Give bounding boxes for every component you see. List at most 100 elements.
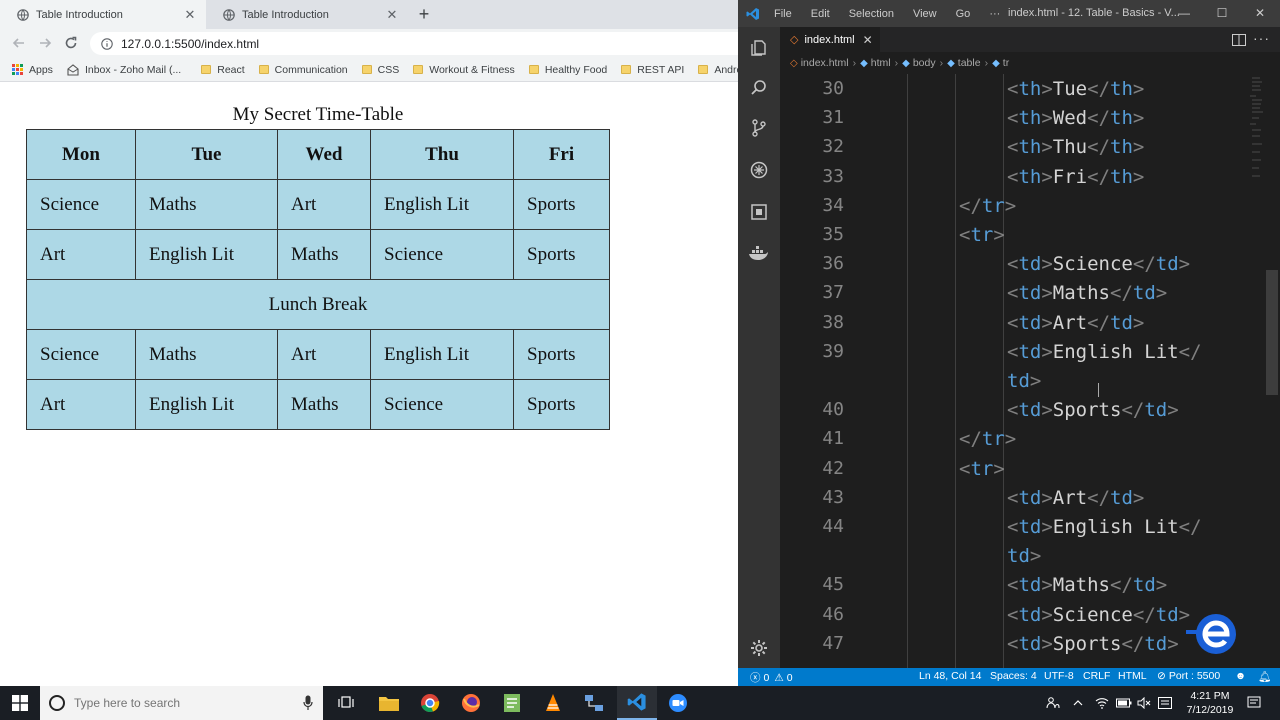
bookmark-react[interactable]: React bbox=[201, 63, 245, 76]
breadcrumb-item[interactable]: ◇ index.html bbox=[790, 57, 849, 69]
minimize-icon[interactable]: — bbox=[1174, 4, 1194, 22]
battery-icon[interactable] bbox=[1114, 686, 1134, 720]
chevron-up-icon[interactable] bbox=[1068, 686, 1088, 720]
address-bar[interactable] bbox=[90, 32, 738, 55]
apps-grid-icon bbox=[12, 64, 23, 75]
notifications-icon[interactable] bbox=[1244, 686, 1264, 720]
docker-icon[interactable] bbox=[746, 241, 772, 267]
task-view-icon[interactable] bbox=[326, 686, 366, 720]
breadcrumb-item[interactable]: › ◆ tr bbox=[981, 57, 1010, 69]
minimap[interactable] bbox=[1248, 74, 1264, 184]
tag-name-token: td bbox=[1018, 253, 1042, 276]
live-server-port[interactable]: ⊘ Port : 5500 bbox=[1157, 670, 1220, 682]
browser-tab-2[interactable]: Table Introduction ✕ bbox=[206, 0, 408, 29]
settings-gear-icon[interactable] bbox=[746, 635, 772, 661]
tag-name-token: td bbox=[1018, 311, 1042, 334]
taskbar-search-box[interactable] bbox=[40, 686, 323, 720]
cursor-position[interactable]: Ln 48, Col 14 bbox=[919, 670, 981, 682]
browser-tab-1[interactable]: Table Introduction ✕ bbox=[0, 0, 206, 29]
zoom-icon[interactable] bbox=[658, 686, 698, 720]
file-explorer-icon[interactable] bbox=[369, 686, 409, 720]
bookmark-healthy-food[interactable]: Healthy Food bbox=[528, 64, 607, 76]
editor-tab-index-html[interactable]: ◇ index.html ✕ bbox=[780, 27, 880, 52]
more-actions-icon[interactable]: ··· bbox=[1253, 30, 1270, 46]
close-tab-icon[interactable]: ✕ bbox=[384, 7, 400, 23]
language-indicator-icon[interactable] bbox=[1154, 686, 1176, 720]
network-app-icon[interactable] bbox=[574, 686, 614, 720]
url-input[interactable] bbox=[121, 36, 521, 51]
debug-icon[interactable] bbox=[746, 157, 772, 183]
tag-name-token: td bbox=[1144, 632, 1168, 655]
punctuation-token: > bbox=[1041, 574, 1053, 597]
bookmark-label: Workout & Fitness bbox=[429, 63, 515, 76]
punctuation-token: </ bbox=[1087, 311, 1111, 334]
breadcrumb-item[interactable]: › ◆ table bbox=[936, 57, 981, 69]
code-editor[interactable]: 30 <th>Tue</th> 31 <th>Wed</th> 32 <th>Thu</t… bbox=[780, 74, 1265, 668]
bell-icon[interactable]: 🔔︎ bbox=[1258, 670, 1271, 683]
encoding-setting[interactable]: UTF-8 bbox=[1044, 670, 1074, 682]
editor-scrollbar-thumb[interactable] bbox=[1266, 270, 1278, 395]
table-cell: Art bbox=[26, 229, 136, 280]
language-mode[interactable]: HTML bbox=[1118, 670, 1147, 682]
forward-arrow-icon[interactable] bbox=[36, 34, 54, 52]
volume-muted-icon[interactable] bbox=[1134, 686, 1154, 720]
bookmark-css[interactable]: CSS bbox=[361, 64, 399, 76]
breadcrumb-item[interactable]: › ◆ html bbox=[849, 57, 891, 69]
problems-indicator[interactable]: ⓧ 0 ⚠ 0 bbox=[750, 670, 793, 685]
breadcrumb-item[interactable]: › ◆ body bbox=[891, 57, 936, 69]
punctuation-token: > bbox=[1178, 253, 1191, 276]
broadcast-icon: ⊘ bbox=[1157, 670, 1166, 682]
bookmark-rest-api[interactable]: REST API bbox=[621, 64, 684, 76]
split-editor-icon[interactable] bbox=[1232, 33, 1246, 51]
table-cell: Science bbox=[370, 379, 514, 430]
bookmark-workout-fitness[interactable]: Workout & Fitness bbox=[413, 64, 515, 76]
punctuation-token: </ bbox=[1087, 78, 1111, 100]
maximize-icon[interactable]: ☐ bbox=[1212, 4, 1232, 22]
vscode-icon[interactable] bbox=[617, 686, 657, 720]
windows-start-icon[interactable] bbox=[0, 686, 40, 720]
close-window-icon[interactable]: ✕ bbox=[1250, 4, 1270, 22]
microphone-icon[interactable] bbox=[303, 695, 313, 711]
bookmark-label: React bbox=[217, 63, 245, 76]
bookmark-andro[interactable]: Andro bbox=[698, 64, 738, 76]
menu-view[interactable]: View bbox=[913, 8, 937, 20]
punctuation-token: </ bbox=[1178, 516, 1202, 538]
smiley-feedback-icon[interactable]: ☻ bbox=[1235, 670, 1246, 682]
close-editor-icon[interactable]: ✕ bbox=[863, 33, 873, 47]
bookmark-zoho-mail[interactable]: Inbox - Zoho Mail (... bbox=[67, 64, 181, 76]
back-arrow-icon[interactable] bbox=[10, 34, 28, 52]
menu-go[interactable]: Go bbox=[956, 8, 971, 20]
menu-more[interactable]: ··· bbox=[989, 8, 1000, 20]
chrome-icon[interactable] bbox=[410, 686, 450, 720]
extensions-icon[interactable] bbox=[746, 199, 772, 225]
table-cell: Science bbox=[370, 229, 514, 280]
punctuation-token: > bbox=[993, 457, 1005, 480]
eol-setting[interactable]: CRLF bbox=[1083, 670, 1110, 682]
search-icon[interactable] bbox=[746, 75, 772, 101]
clock-time: 4:21 PM bbox=[1190, 690, 1230, 702]
punctuation-token: </ bbox=[1110, 574, 1133, 597]
tag-name-token: tr bbox=[970, 457, 994, 480]
info-icon[interactable] bbox=[101, 37, 113, 50]
menu-file[interactable]: File bbox=[774, 8, 792, 20]
new-tab-icon[interactable]: + bbox=[414, 4, 434, 24]
tag-name-token: td bbox=[1018, 574, 1042, 597]
menu-selection[interactable]: Selection bbox=[849, 8, 894, 20]
explorer-files-icon[interactable] bbox=[746, 35, 772, 61]
system-clock[interactable]: 4:21 PM 7/12/2019 bbox=[1178, 689, 1242, 717]
close-tab-icon[interactable]: ✕ bbox=[182, 7, 198, 23]
bookmark-communication[interactable]: Communication bbox=[258, 64, 348, 76]
header-cell: Mon bbox=[26, 129, 136, 180]
indentation-setting[interactable]: Spaces: 4 bbox=[990, 670, 1037, 682]
people-icon[interactable] bbox=[1042, 686, 1064, 720]
wifi-icon[interactable] bbox=[1092, 686, 1112, 720]
text-token: Science bbox=[1052, 603, 1133, 626]
vlc-icon[interactable] bbox=[533, 686, 573, 720]
source-control-icon[interactable] bbox=[746, 115, 772, 141]
taskbar-search-input[interactable] bbox=[74, 696, 294, 710]
bookmark-apps[interactable]: Apps bbox=[12, 64, 53, 76]
notepad-icon[interactable] bbox=[492, 686, 532, 720]
menu-edit[interactable]: Edit bbox=[811, 8, 830, 20]
reload-icon[interactable] bbox=[62, 34, 80, 52]
firefox-icon[interactable] bbox=[451, 686, 491, 720]
